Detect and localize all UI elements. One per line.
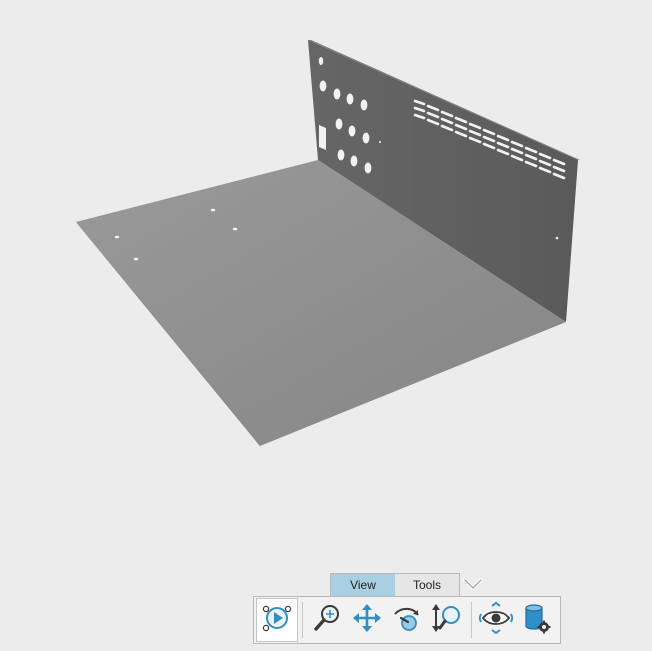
chevron-down-icon[interactable]: [462, 574, 484, 594]
pan-button[interactable]: [347, 598, 387, 642]
sheet-metal-model[interactable]: [0, 0, 652, 560]
toolbar-divider: [471, 602, 472, 638]
navigation-toolbar: [253, 596, 561, 644]
look-around-button[interactable]: [476, 598, 516, 642]
toolbar-divider: [302, 602, 303, 638]
3d-viewport[interactable]: [0, 0, 652, 651]
orbit-play-button[interactable]: [256, 598, 298, 642]
rotate-button[interactable]: [387, 598, 427, 642]
tab-view[interactable]: View: [331, 574, 395, 596]
pan-arrows-icon: [351, 602, 383, 639]
database-gear-icon: [520, 602, 552, 639]
orbit-play-icon: [259, 600, 295, 641]
zoom-vertical-icon: [430, 602, 464, 639]
rotate-hand-icon: [391, 602, 423, 639]
zoom-button[interactable]: [307, 598, 347, 642]
eye-orbit-icon: [478, 601, 514, 640]
tab-tools[interactable]: Tools: [395, 574, 459, 596]
zoom-vertical-button[interactable]: [427, 598, 467, 642]
magnifier-icon: [311, 602, 343, 639]
model-settings-button[interactable]: [516, 598, 556, 642]
toolbar-tab-strip: View Tools: [330, 573, 460, 596]
